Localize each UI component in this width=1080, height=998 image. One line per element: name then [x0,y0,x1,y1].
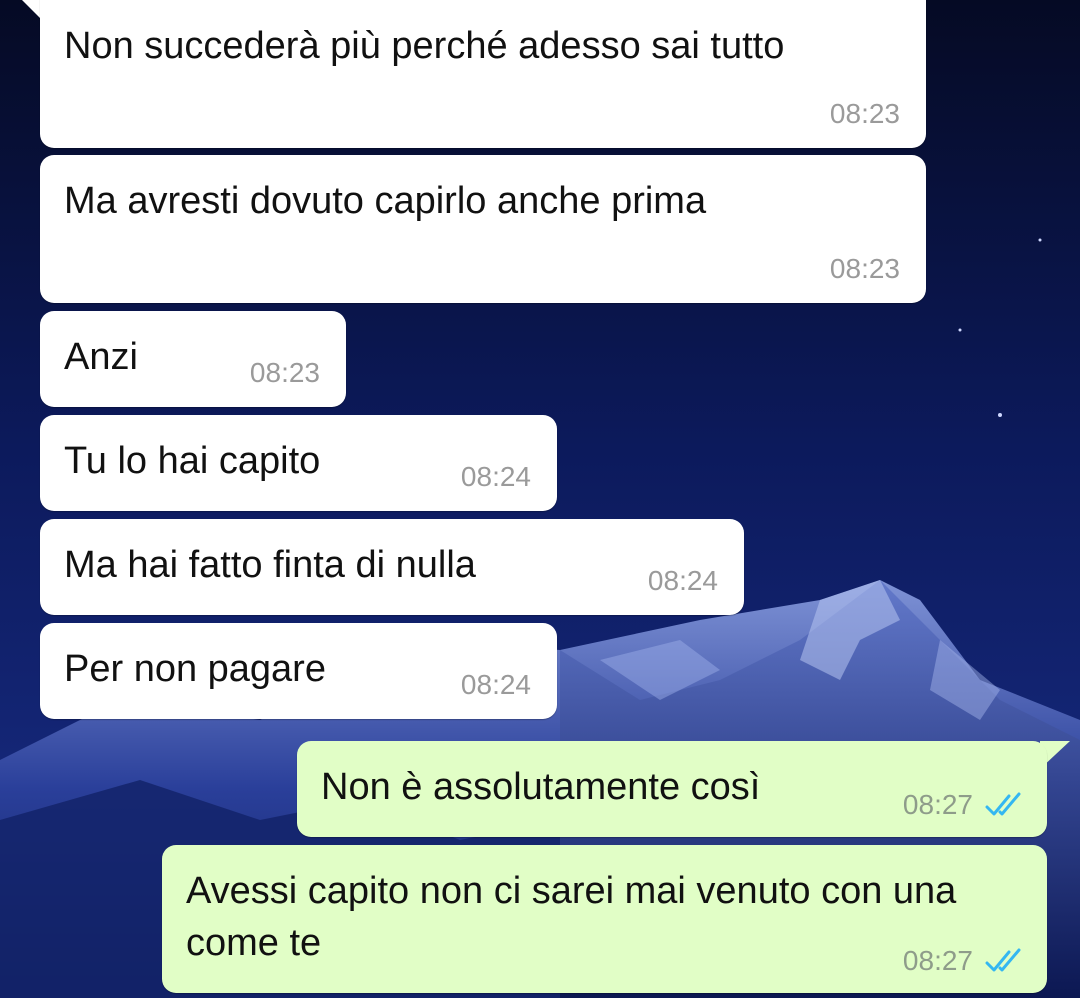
message-text: Per non pagare [64,648,326,690]
message-incoming[interactable]: Tu lo hai capito 08:24 [40,415,557,511]
double-check-icon [985,948,1021,972]
message-text: Non è assolutamente così [321,766,761,808]
message-timestamp: 08:27 [902,945,973,976]
message-timestamp: 08:23 [829,253,900,284]
message-text: Avessi capito non ci sarei mai venuto co… [186,870,957,964]
message-timestamp: 08:27 [902,789,973,820]
message-timestamp: 08:24 [647,565,718,596]
message-incoming[interactable]: Per non pagare 08:24 [40,623,557,719]
message-text: Ma avresti dovuto capirlo anche prima [64,180,707,222]
double-check-icon [985,792,1021,816]
message-outgoing[interactable]: Avessi capito non ci sarei mai venuto co… [162,845,1047,993]
message-incoming[interactable]: Ma avresti dovuto capirlo anche prima 08… [40,155,926,303]
message-text: Tu lo hai capito [64,440,321,482]
message-outgoing[interactable]: Non è assolutamente così 08:27 [297,741,1047,837]
message-text: Ma hai fatto finta di nulla [64,544,476,586]
message-text: Non succederà più perché adesso sai tutt… [64,25,785,67]
message-incoming[interactable]: Anzi 08:23 [40,311,346,407]
message-incoming[interactable]: Non succederà più perché adesso sai tutt… [40,0,926,148]
message-timestamp: 08:24 [460,461,531,492]
message-timestamp: 08:23 [249,357,320,388]
message-text: Anzi [64,336,138,378]
message-timestamp: 08:23 [829,98,900,129]
message-timestamp: 08:24 [460,669,531,700]
message-incoming[interactable]: Ma hai fatto finta di nulla 08:24 [40,519,744,615]
